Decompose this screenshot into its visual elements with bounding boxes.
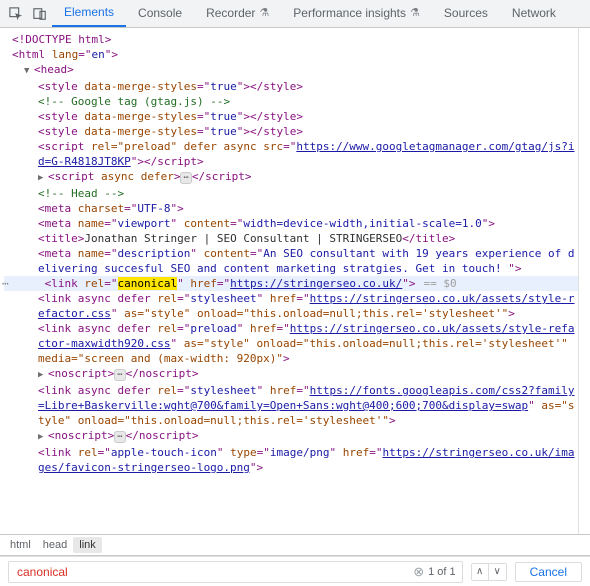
side-panel-gutter[interactable] xyxy=(578,28,590,534)
link-canonical-tag[interactable]: <link rel="canonical" href="https://stri… xyxy=(4,276,578,291)
search-next-button[interactable]: ∨ xyxy=(489,563,507,581)
search-count: 1 of 1 xyxy=(428,566,458,578)
breadcrumb: html head link xyxy=(0,534,590,556)
meta-tag[interactable]: <meta charset="UTF-8"> xyxy=(4,201,578,216)
tab-console[interactable]: Console xyxy=(126,0,194,27)
script-tag[interactable]: <script rel="preload" defer async src="h… xyxy=(4,139,578,169)
link-tag[interactable]: <link async defer rel="stylesheet" href=… xyxy=(4,291,578,321)
breadcrumb-link[interactable]: link xyxy=(73,537,102,553)
search-box: ⊗ 1 of 1 xyxy=(8,561,463,583)
search-input[interactable] xyxy=(13,565,409,579)
clear-icon[interactable]: ⊗ xyxy=(409,564,428,580)
tab-sources[interactable]: Sources xyxy=(432,0,500,27)
ellipsis-icon[interactable]: ⋯ xyxy=(114,431,125,443)
noscript-tag[interactable]: <noscript>⋯</noscript> xyxy=(4,428,578,445)
doctype[interactable]: <!DOCTYPE html> xyxy=(4,32,578,47)
search-prev-button[interactable]: ∧ xyxy=(471,563,489,581)
noscript-tag[interactable]: <noscript>⋯</noscript> xyxy=(4,366,578,383)
tab-performance-insights[interactable]: Performance insights⚗ xyxy=(281,0,432,27)
style-tag[interactable]: <style data-merge-styles="true"></style> xyxy=(4,109,578,124)
link-tag[interactable]: <link async defer rel="preload" href="ht… xyxy=(4,321,578,366)
flask-icon: ⚗ xyxy=(410,0,420,27)
disclosure-triangle-icon[interactable] xyxy=(24,62,34,79)
breadcrumb-html[interactable]: html xyxy=(4,537,37,553)
link-tag[interactable]: <link rel="apple-touch-icon" type="image… xyxy=(4,445,578,475)
style-tag[interactable]: <style data-merge-styles="true"></style> xyxy=(4,124,578,139)
selected-node-indicator: == $0 xyxy=(416,277,457,290)
devtools-tabbar: Elements Console Recorder⚗ Performance i… xyxy=(0,0,590,28)
html-tag[interactable]: <html lang="en"> xyxy=(4,47,578,62)
disclosure-triangle-icon[interactable] xyxy=(38,366,48,383)
title-tag[interactable]: <title>Jonathan Stringer | SEO Consultan… xyxy=(4,231,578,246)
meta-tag[interactable]: <meta name="viewport" content="width=dev… xyxy=(4,216,578,231)
tab-network[interactable]: Network xyxy=(500,0,568,27)
inspect-icon[interactable] xyxy=(4,2,28,26)
tab-recorder[interactable]: Recorder⚗ xyxy=(194,0,281,27)
dom-tree[interactable]: <!DOCTYPE html> <html lang="en"> <head> … xyxy=(0,28,578,534)
disclosure-triangle-icon[interactable] xyxy=(38,428,48,445)
cancel-button[interactable]: Cancel xyxy=(515,562,582,582)
meta-tag[interactable]: <meta name="description" content="An SEO… xyxy=(4,246,578,276)
ellipsis-icon[interactable]: ⋯ xyxy=(114,369,125,381)
tab-elements[interactable]: Elements xyxy=(52,0,126,27)
ellipsis-icon[interactable]: ⋯ xyxy=(180,172,191,184)
comment[interactable]: <!-- Head --> xyxy=(4,186,578,201)
search-bar: ⊗ 1 of 1 ∧ ∨ Cancel xyxy=(0,556,590,586)
style-tag[interactable]: <style data-merge-styles="true"></style> xyxy=(4,79,578,94)
head-tag[interactable]: <head> xyxy=(4,62,578,79)
breadcrumb-head[interactable]: head xyxy=(37,537,73,553)
link-tag[interactable]: <link async defer rel="stylesheet" href=… xyxy=(4,383,578,428)
disclosure-triangle-icon[interactable] xyxy=(38,169,48,186)
flask-icon: ⚗ xyxy=(259,0,269,27)
comment[interactable]: <!-- Google tag (gtag.js) --> xyxy=(4,94,578,109)
device-toolbar-icon[interactable] xyxy=(28,2,52,26)
script-tag[interactable]: <script async defer>⋯</script> xyxy=(4,169,578,186)
search-highlight: canonical xyxy=(118,277,178,290)
